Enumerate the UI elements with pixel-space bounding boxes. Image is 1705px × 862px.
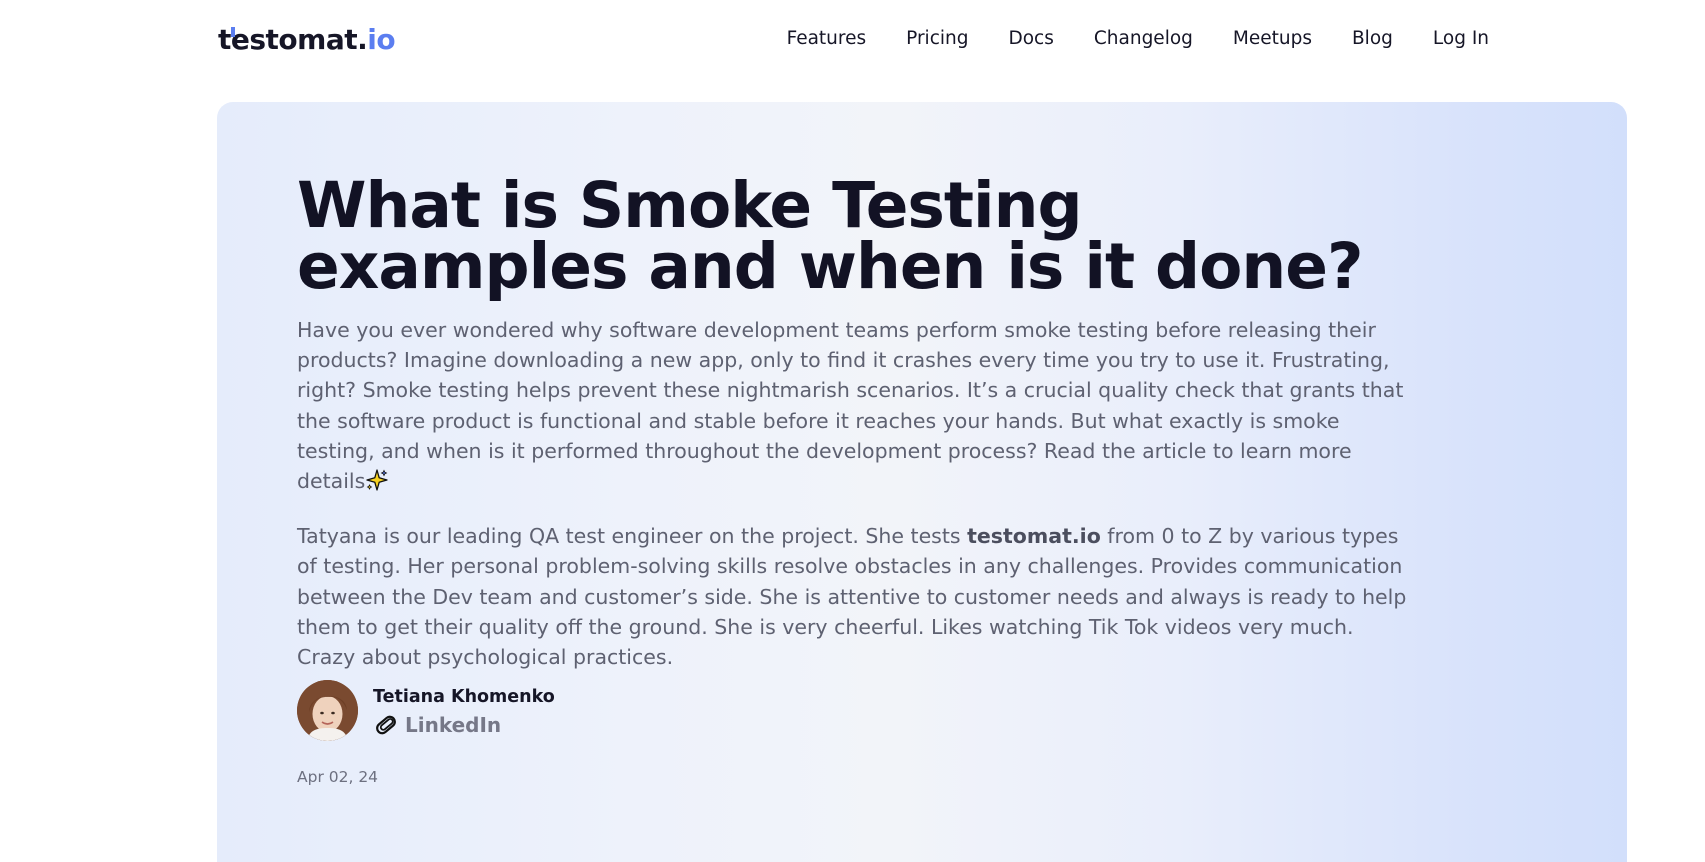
- logo-wordmark: testomat.: [218, 20, 368, 60]
- nav-changelog[interactable]: Changelog: [1094, 22, 1193, 56]
- sparkle-icon: [366, 469, 388, 491]
- author-bio: Tatyana is our leading QA test engineer …: [297, 521, 1417, 672]
- author-avatar: [297, 680, 358, 741]
- author-linkedin-link[interactable]: LinkedIn: [373, 712, 555, 738]
- publish-date: Apr 02, 24: [297, 768, 379, 786]
- nav-login[interactable]: Log In: [1433, 22, 1489, 56]
- author-bio-brand: testomat.io: [967, 524, 1101, 549]
- nav-blog[interactable]: Blog: [1352, 22, 1393, 56]
- paperclip-icon: [376, 715, 396, 734]
- logo-tld: io: [367, 23, 396, 56]
- author-linkedin-label: LinkedIn: [405, 712, 502, 737]
- nav-pricing[interactable]: Pricing: [906, 22, 968, 56]
- author-bio-text-start: Tatyana is our leading QA test engineer …: [297, 524, 968, 549]
- article-intro: Have you ever wondered why software deve…: [297, 315, 1417, 496]
- author-name: Tetiana Khomenko: [373, 686, 555, 707]
- article-title: What is Smoke Testing examples and when …: [297, 169, 1364, 303]
- article-header: What is Smoke Testing examples and when …: [297, 169, 1417, 672]
- article-intro-text: Have you ever wondered why software deve…: [297, 318, 1404, 494]
- main-nav: Features Pricing Docs Changelog Meetups …: [747, 22, 1489, 56]
- author-photo: [297, 680, 358, 741]
- nav-meetups[interactable]: Meetups: [1233, 22, 1312, 56]
- testomat-logo[interactable]: testomat. io: [218, 20, 396, 60]
- top-navigation: testomat. io Features Pricing Docs Change…: [0, 0, 1705, 78]
- nav-features[interactable]: Features: [787, 22, 867, 56]
- nav-docs[interactable]: Docs: [1008, 22, 1053, 56]
- author-card: Tetiana Khomenko LinkedIn: [297, 680, 555, 741]
- author-info: Tetiana Khomenko LinkedIn: [373, 684, 555, 738]
